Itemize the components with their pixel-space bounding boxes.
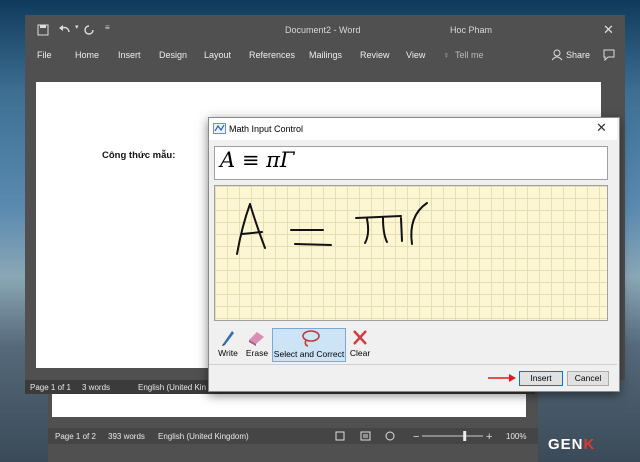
- eraser-icon: [249, 332, 264, 346]
- redo-icon[interactable]: [83, 24, 95, 36]
- save-icon[interactable]: [37, 24, 49, 36]
- dialog-close-icon[interactable]: ✕: [596, 120, 607, 136]
- genk-watermark: GENK: [548, 436, 595, 453]
- zoom-level[interactable]: 100%: [506, 432, 526, 441]
- undo-icon[interactable]: [58, 24, 74, 36]
- page-count[interactable]: Page 1 of 2: [55, 432, 96, 441]
- clear-tool[interactable]: Clear: [348, 328, 372, 360]
- undo-dropdown-icon[interactable]: ▾: [75, 23, 79, 31]
- math-input-app-icon: [213, 123, 226, 134]
- tab-insert[interactable]: Insert: [118, 50, 141, 60]
- svg-text:+: +: [486, 431, 492, 442]
- tab-design[interactable]: Design: [159, 50, 187, 60]
- select-and-correct-tool[interactable]: Select and Correct: [272, 328, 346, 362]
- select-and-correct-label: Select and Correct: [273, 349, 345, 359]
- pen-icon: [222, 331, 234, 346]
- zoom-slider[interactable]: − +: [413, 430, 493, 442]
- word-count[interactable]: 3 words: [82, 383, 110, 392]
- svg-text:−: −: [413, 431, 419, 442]
- document-text[interactable]: Công thức mẫu:: [102, 150, 175, 161]
- tab-review[interactable]: Review: [360, 50, 390, 60]
- close-icon[interactable]: ✕: [603, 22, 614, 38]
- insert-button[interactable]: Insert: [519, 371, 563, 386]
- word-count[interactable]: 393 words: [108, 432, 145, 441]
- share-person-icon[interactable]: [552, 49, 564, 61]
- background-status-bar: Page 1 of 2 393 words English (United Ki…: [48, 428, 538, 444]
- genk-watermark-suffix: K: [583, 436, 596, 453]
- clear-label: Clear: [349, 348, 371, 358]
- write-label: Write: [218, 348, 238, 358]
- ribbon-tabs: File Home Insert Design Layout Reference…: [25, 43, 625, 67]
- title-bar: ▾ ≡ Document2 - Word Hoc Pham ✕: [25, 15, 625, 43]
- dialog-title: Math Input Control: [229, 124, 304, 134]
- customize-toolbar-icon[interactable]: ≡: [105, 23, 110, 32]
- dialog-divider: [209, 364, 617, 365]
- tell-me-box[interactable]: Tell me: [455, 50, 484, 60]
- cancel-button[interactable]: Cancel: [567, 371, 609, 386]
- view-mode-icons[interactable]: [335, 431, 405, 441]
- tab-home[interactable]: Home: [75, 50, 99, 60]
- lasso-icon: [302, 330, 320, 347]
- tab-layout[interactable]: Layout: [204, 50, 231, 60]
- share-button[interactable]: Share: [566, 50, 590, 60]
- handwriting-strokes: [236, 202, 428, 255]
- genk-watermark-prefix: GEN: [548, 436, 584, 453]
- page-count[interactable]: Page 1 of 1: [30, 383, 71, 392]
- tab-file[interactable]: File: [37, 50, 52, 60]
- comments-icon[interactable]: [603, 49, 615, 61]
- clear-x-icon: [353, 330, 367, 345]
- erase-tool[interactable]: Erase: [244, 328, 270, 360]
- write-tool[interactable]: Write: [215, 328, 241, 360]
- tab-references[interactable]: References: [249, 50, 295, 60]
- language[interactable]: English (United Kin: [138, 383, 206, 392]
- window-title: Document2 - Word: [285, 25, 361, 35]
- tab-mailings[interactable]: Mailings: [309, 50, 342, 60]
- lightbulb-icon: ♀: [443, 50, 450, 60]
- writing-area[interactable]: [214, 185, 608, 321]
- preview-formula: A ≡ πΓ: [220, 148, 295, 172]
- user-name[interactable]: Hoc Pham: [450, 25, 492, 35]
- red-arrow-annotation: [488, 374, 516, 382]
- erase-label: Erase: [245, 348, 269, 358]
- language[interactable]: English (United Kingdom): [158, 432, 249, 441]
- tab-view[interactable]: View: [406, 50, 425, 60]
